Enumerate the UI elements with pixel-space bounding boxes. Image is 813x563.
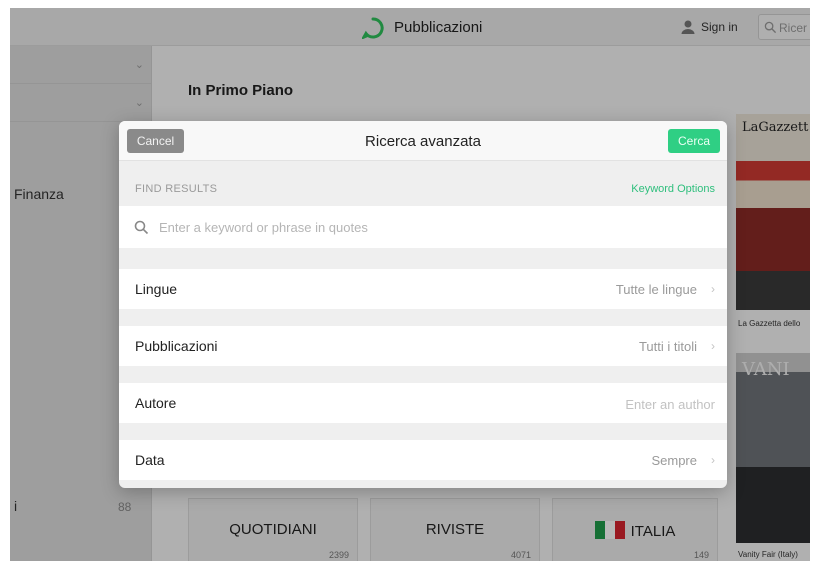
search-button[interactable]: Cerca [668,129,720,153]
chevron-right-icon: › [711,282,715,296]
app-screen: Pubblicazioni Sign in Ricer ⌄ ⌄ Finanza … [10,8,810,561]
keyword-input[interactable] [159,217,699,237]
chevron-right-icon: › [711,453,715,467]
option-label: Autore [135,395,177,411]
keyword-search-row [119,206,727,248]
option-label: Pubblicazioni [135,338,218,354]
keyword-options-link[interactable]: Keyword Options [631,183,715,195]
option-row-lingue[interactable]: Lingue Tutte le lingue › [119,269,727,309]
find-results-label: FIND RESULTS [135,183,218,195]
chevron-right-icon: › [711,339,715,353]
advanced-search-dialog: Cancel Ricerca avanzata Cerca FIND RESUL… [119,121,727,488]
option-label: Data [135,452,165,468]
option-value: Tutte le lingue [615,282,697,297]
option-label: Lingue [135,281,178,297]
dialog-title: Ricerca avanzata [365,133,481,150]
option-value: Tutti i titoli [638,339,697,354]
option-row-pubblicazioni[interactable]: Pubblicazioni Tutti i titoli › [119,326,727,366]
dialog-header: Cancel Ricerca avanzata Cerca [119,121,727,161]
search-icon [134,220,149,235]
option-row-autore: Autore [119,383,727,423]
option-value: Sempre [651,453,697,468]
option-row-data[interactable]: Data Sempre › [119,440,727,480]
author-input[interactable] [515,394,715,414]
